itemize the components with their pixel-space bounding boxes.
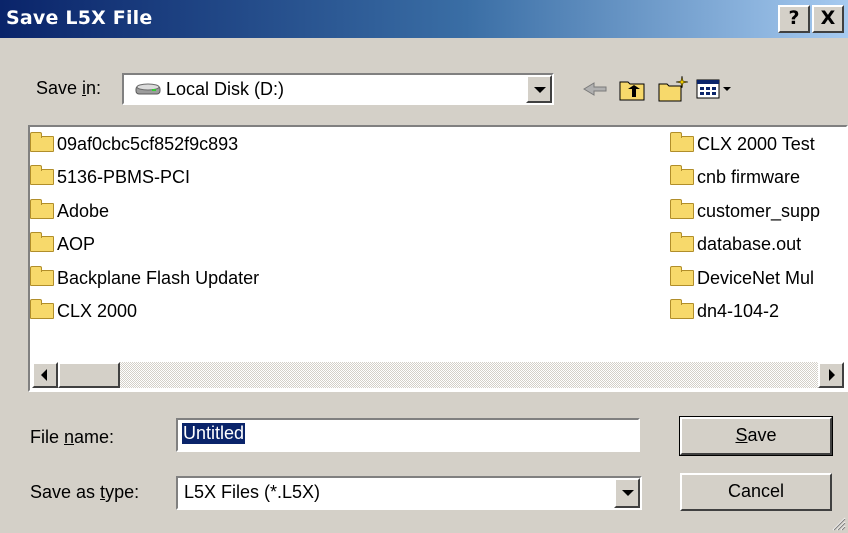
chevron-down-icon[interactable] <box>614 478 640 508</box>
local-disk-icon <box>135 83 161 95</box>
list-item[interactable]: Adobe <box>30 198 109 224</box>
list-item[interactable]: AOP <box>30 231 95 257</box>
save-as-type-value: L5X Files (*.L5X) <box>184 482 321 502</box>
horizontal-scrollbar[interactable] <box>32 362 844 388</box>
save-as-type-dropdown[interactable]: L5X Files (*.L5X) <box>176 476 642 510</box>
resize-grip-icon[interactable] <box>828 513 846 531</box>
list-item[interactable]: 5136-PBMS-PCI <box>30 164 190 190</box>
folder-icon <box>670 165 694 185</box>
cancel-button[interactable]: Cancel <box>680 473 832 511</box>
list-item[interactable]: customer_supp <box>670 198 820 224</box>
folder-icon <box>30 132 54 152</box>
file-list[interactable]: 09af0cbc5cf852f9c893 5136-PBMS-PCI Adobe… <box>28 125 848 392</box>
folder-icon <box>30 299 54 319</box>
save-in-dropdown[interactable]: Local Disk (D:) <box>122 73 554 105</box>
list-item[interactable]: Backplane Flash Updater <box>30 265 259 291</box>
list-item[interactable]: cnb firmware <box>670 164 800 190</box>
view-menu-icon[interactable] <box>694 74 738 104</box>
file-name-value[interactable]: Untitled <box>182 423 246 444</box>
help-button[interactable]: ? <box>778 5 810 33</box>
folder-icon <box>30 232 54 252</box>
list-item[interactable]: CLX 2000 Test <box>670 131 815 157</box>
folder-icon <box>670 199 694 219</box>
folder-icon <box>30 266 54 286</box>
save-in-label: Save in: <box>36 78 102 98</box>
save-in-value: Local Disk (D:) <box>166 79 285 99</box>
scroll-right-icon[interactable] <box>818 362 844 388</box>
scroll-left-icon[interactable] <box>32 362 58 388</box>
close-button[interactable]: X <box>812 5 844 33</box>
file-name-input[interactable]: Untitled <box>176 418 640 452</box>
list-item[interactable]: database.out <box>670 231 801 257</box>
scrollbar-track[interactable] <box>32 362 844 388</box>
folder-icon <box>670 266 694 286</box>
window-title: Save L5X File <box>6 7 153 29</box>
chevron-down-icon[interactable] <box>526 75 552 103</box>
folder-icon <box>670 232 694 252</box>
back-arrow-icon[interactable] <box>578 74 612 104</box>
up-folder-icon[interactable] <box>616 74 650 104</box>
save-button[interactable]: Save <box>679 416 833 456</box>
new-folder-icon[interactable] <box>656 74 690 104</box>
list-item[interactable]: CLX 2000 <box>30 298 137 324</box>
save-as-type-label: Save as type: <box>30 482 140 502</box>
folder-icon <box>670 299 694 319</box>
list-item[interactable]: dn4-104-2 <box>670 298 779 324</box>
list-item[interactable]: 09af0cbc5cf852f9c893 <box>30 131 238 157</box>
list-item[interactable]: DeviceNet Mul <box>670 265 814 291</box>
scrollbar-thumb[interactable] <box>58 362 120 388</box>
title-bar: Save L5X File ? X <box>0 0 848 38</box>
folder-icon <box>30 199 54 219</box>
file-name-label: File name: <box>30 427 115 447</box>
folder-icon <box>30 165 54 185</box>
folder-icon <box>670 132 694 152</box>
